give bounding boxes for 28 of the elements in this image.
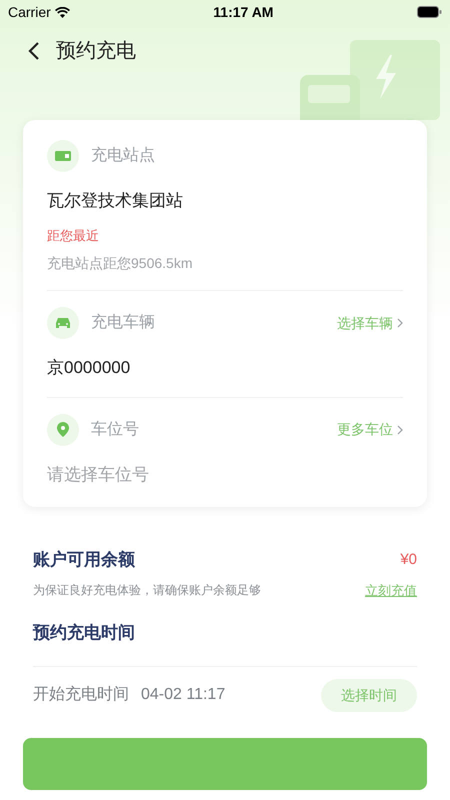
section-label: 充电车辆: [91, 312, 155, 333]
battery-icon: [417, 6, 442, 18]
wifi-icon: [54, 6, 70, 18]
nearest-tag: 距您最近: [47, 226, 403, 245]
start-time-label: 开始充电时间: [33, 684, 129, 705]
station-distance: 充电站点距您9506.5km: [47, 254, 194, 273]
chevron-right-icon: [397, 424, 403, 434]
section-label: 充电站点: [91, 146, 155, 166]
recharge-link[interactable]: 立刻充值: [365, 580, 417, 600]
page-title: 预约充电: [56, 39, 136, 64]
balance-note: 为保证良好充电体验，请确保账户余额足够: [33, 582, 261, 600]
vehicle-plate: 京0000000: [47, 357, 132, 379]
section-action-link[interactable]: 更多车位: [337, 419, 403, 440]
chevron-right-icon: [397, 318, 403, 328]
schedule-title: 预约充电时间: [33, 622, 136, 644]
section-action-link[interactable]: 选择车辆: [337, 312, 403, 334]
charging-station-icon: [55, 151, 71, 161]
balance-amount: ¥0: [400, 550, 417, 570]
parking-spot-value: 请选择车位号: [47, 464, 150, 486]
location-pin-icon: [57, 422, 69, 437]
balance-title: 账户可用余额: [33, 549, 135, 571]
select-time-button[interactable]: 选择时间: [321, 678, 417, 712]
status-time: 11:17 AM: [213, 2, 274, 22]
start-time-value: 04-02 11:17: [141, 685, 226, 705]
car-icon: [55, 317, 71, 329]
station-name: 瓦尔登技术集团站: [47, 190, 184, 212]
section-label: 车位号: [91, 420, 139, 440]
carrier-label: Carrier: [8, 2, 51, 22]
